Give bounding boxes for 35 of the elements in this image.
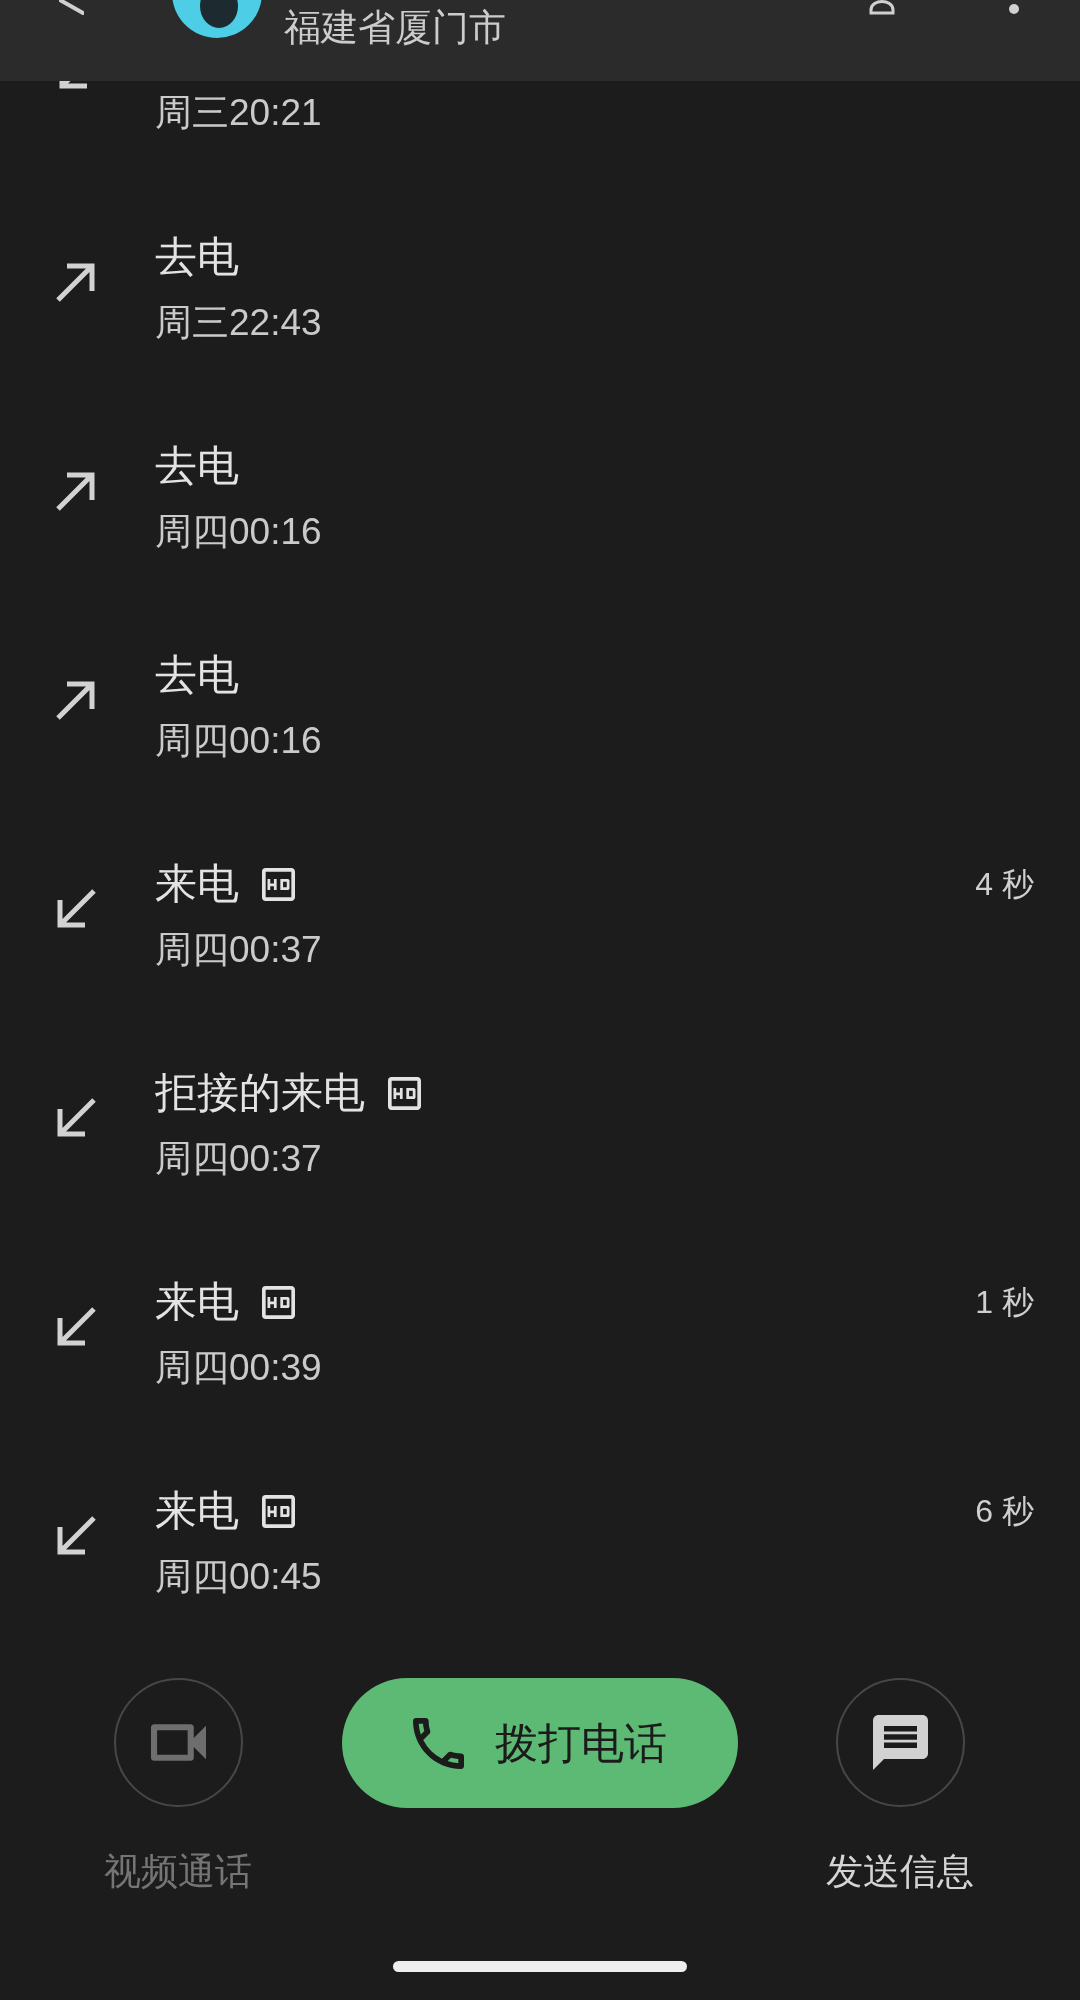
phone-icon bbox=[413, 1717, 464, 1769]
call-type: 来电 bbox=[155, 1486, 239, 1536]
call-time: 周四00:37 bbox=[155, 1137, 323, 1181]
call-duration: 4 秒 bbox=[975, 865, 1034, 904]
call-type: 来电 bbox=[155, 859, 239, 909]
incoming-arrow-icon bbox=[57, 81, 88, 91]
call-time: 周四00:45 bbox=[155, 1555, 323, 1599]
avatar-icon bbox=[172, 0, 262, 38]
call-type: 拒接的来电 bbox=[155, 1068, 365, 1118]
send-message-label: 发送信息 bbox=[826, 1850, 974, 1894]
send-message-button[interactable] bbox=[835, 1678, 965, 1807]
call-time: 周三20:21 bbox=[155, 91, 322, 135]
video-call-label: 视频通话 bbox=[104, 1850, 252, 1894]
call-type: 去电 bbox=[155, 232, 239, 282]
person-icon[interactable] bbox=[869, 0, 895, 15]
incoming-arrow-icon bbox=[55, 1096, 97, 1139]
call-time: 周四00:39 bbox=[155, 1346, 323, 1390]
call-duration: 6 秒 bbox=[975, 1492, 1034, 1531]
call-type: 去电 bbox=[155, 441, 239, 491]
message-icon bbox=[872, 1715, 928, 1770]
call-time: 周四00:16 bbox=[155, 719, 323, 763]
call-type: 来电 bbox=[155, 1277, 239, 1327]
incoming-arrow-icon bbox=[55, 1305, 97, 1348]
video-camera-icon bbox=[150, 1724, 206, 1761]
more-icon[interactable] bbox=[1009, 4, 1019, 14]
call-duration: 1 秒 bbox=[975, 1283, 1034, 1322]
incoming-arrow-icon bbox=[55, 887, 97, 930]
back-icon[interactable] bbox=[59, 0, 84, 15]
call-time: 周四00:37 bbox=[155, 928, 323, 972]
call-time: 周三22:43 bbox=[155, 301, 323, 345]
call-type: 去电 bbox=[155, 650, 239, 700]
call-time: 周四00:16 bbox=[155, 510, 323, 554]
call-button[interactable]: 拨打电话 bbox=[342, 1678, 738, 1808]
incoming-arrow-icon bbox=[55, 1514, 97, 1557]
location-subtitle: 福建省厦门市 bbox=[284, 7, 506, 49]
